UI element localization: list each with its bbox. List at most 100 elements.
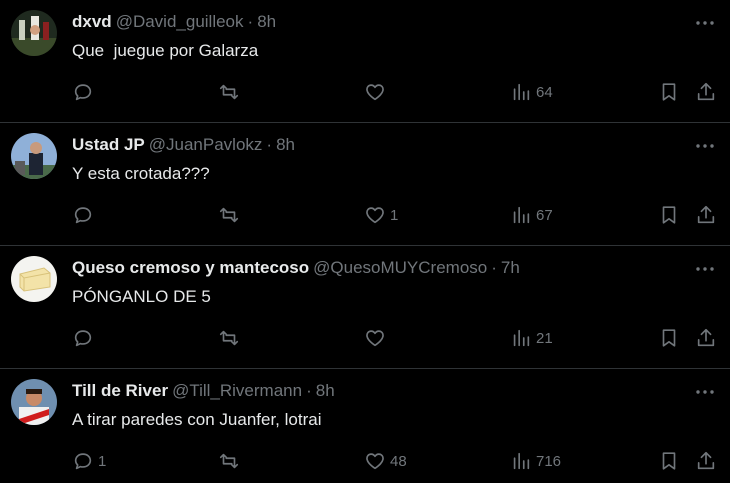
tweet-header: dxvd @David_guilleok · 8h	[72, 12, 276, 32]
user-avatar-icon	[11, 379, 57, 425]
retweet-button[interactable]	[218, 449, 244, 473]
like-count: 48	[390, 452, 407, 470]
retweet-icon	[219, 207, 239, 223]
views-button[interactable]: 67	[510, 203, 553, 227]
reply-button[interactable]	[72, 326, 98, 350]
views-chart-icon	[513, 329, 530, 347]
reply-icon	[74, 330, 92, 347]
avatar[interactable]	[11, 133, 57, 179]
views-chart-icon	[513, 452, 530, 470]
timestamp[interactable]: 7h	[501, 258, 520, 277]
separator-dot: ·	[491, 258, 497, 277]
more-options-icon[interactable]	[694, 137, 716, 155]
views-button[interactable]: 716	[510, 449, 561, 473]
reply-count: 1	[98, 452, 107, 470]
avatar[interactable]	[11, 256, 57, 302]
heart-icon	[366, 84, 384, 101]
reply-button[interactable]: 1	[72, 449, 106, 473]
retweet-icon	[219, 453, 239, 469]
share-button[interactable]	[695, 449, 717, 473]
timestamp[interactable]: 8h	[257, 12, 276, 31]
share-button[interactable]	[695, 80, 717, 104]
retweet-icon	[219, 84, 239, 100]
display-name[interactable]: Queso cremoso y mantecoso	[72, 258, 309, 277]
heart-icon	[366, 330, 384, 347]
share-button[interactable]	[695, 326, 717, 350]
heart-icon	[366, 207, 384, 224]
action-bar: 1 48 716	[72, 449, 730, 473]
bookmark-icon	[662, 83, 676, 101]
user-avatar-icon	[11, 10, 57, 56]
share-icon	[697, 82, 715, 101]
tweet-header: Till de River @Till_Rivermann · 8h	[72, 381, 335, 401]
avatar[interactable]	[11, 379, 57, 425]
share-icon	[697, 328, 715, 347]
user-handle[interactable]: @David_guilleok	[116, 12, 244, 31]
reply-icon	[74, 453, 92, 470]
bookmark-icon	[662, 329, 676, 347]
bookmark-icon	[662, 206, 676, 224]
user-handle[interactable]: @Till_Rivermann	[172, 381, 302, 400]
bookmark-button[interactable]	[658, 203, 680, 227]
reply-button[interactable]	[72, 80, 98, 104]
tweet-text: Que juegue por Galarza	[72, 41, 259, 60]
tweet[interactable]: Till de River @Till_Rivermann · 8h A tirar …	[0, 369, 730, 483]
views-count: 67	[536, 206, 553, 224]
action-bar: 1 67	[72, 203, 730, 227]
timeline: dxvd @David_guilleok · 8h Que juegue por Ga…	[0, 0, 730, 483]
reply-icon	[74, 207, 92, 224]
separator-dot: ·	[247, 12, 254, 31]
tweet-text: PÓNGANLO DE 5	[72, 287, 211, 306]
like-button[interactable]	[364, 80, 390, 104]
views-chart-icon	[513, 83, 530, 101]
like-button[interactable]	[364, 326, 390, 350]
like-button[interactable]: 48	[364, 449, 407, 473]
cheese-avatar-icon	[11, 256, 57, 302]
tweet-header: Queso cremoso y mantecoso @QuesoMUYCremos…	[72, 258, 520, 278]
views-button[interactable]: 21	[510, 326, 553, 350]
tweet[interactable]: Queso cremoso y mantecoso @QuesoMUYCremos…	[0, 246, 730, 369]
separator-dot: ·	[266, 135, 273, 154]
avatar[interactable]	[11, 10, 57, 56]
tweet-text: A tirar paredes con Juanfer, lotrai	[72, 410, 322, 429]
display-name[interactable]: dxvd	[72, 12, 112, 31]
user-handle[interactable]: @QuesoMUYCremoso	[313, 258, 487, 277]
reply-icon	[74, 84, 92, 101]
retweet-button[interactable]	[218, 80, 244, 104]
action-bar: 21	[72, 326, 730, 350]
tweet[interactable]: Ustad JP @JuanPavlokz · 8h Y esta crotada??…	[0, 123, 730, 246]
heart-icon	[366, 453, 384, 470]
user-handle[interactable]: @JuanPavlokz	[149, 135, 263, 154]
separator-dot: ·	[306, 381, 312, 400]
like-button[interactable]: 1	[364, 203, 398, 227]
share-icon	[697, 205, 715, 224]
bookmark-button[interactable]	[658, 326, 680, 350]
like-count: 1	[390, 206, 399, 224]
display-name[interactable]: Ustad JP	[72, 135, 145, 154]
tweet-header: Ustad JP @JuanPavlokz · 8h	[72, 135, 295, 155]
views-count: 21	[536, 329, 553, 347]
reply-button[interactable]	[72, 203, 98, 227]
bookmark-button[interactable]	[658, 449, 680, 473]
views-count: 716	[536, 452, 562, 470]
retweet-button[interactable]	[218, 203, 244, 227]
user-avatar-icon	[11, 133, 57, 179]
share-button[interactable]	[695, 203, 717, 227]
display-name[interactable]: Till de River	[72, 381, 168, 400]
timestamp[interactable]: 8h	[316, 381, 335, 400]
more-options-icon[interactable]	[694, 260, 716, 278]
action-bar: 64	[72, 80, 730, 104]
views-button[interactable]: 64	[510, 80, 553, 104]
more-options-icon[interactable]	[694, 14, 716, 32]
tweet[interactable]: dxvd @David_guilleok · 8h Que juegue por Ga…	[0, 0, 730, 123]
views-count: 64	[536, 83, 553, 101]
views-chart-icon	[513, 206, 530, 224]
retweet-icon	[219, 330, 239, 346]
tweet-text: Y esta crotada???	[72, 164, 210, 183]
retweet-button[interactable]	[218, 326, 244, 350]
bookmark-icon	[662, 452, 676, 470]
more-options-icon[interactable]	[694, 383, 716, 401]
timestamp[interactable]: 8h	[276, 135, 295, 154]
share-icon	[697, 451, 715, 470]
bookmark-button[interactable]	[658, 80, 680, 104]
